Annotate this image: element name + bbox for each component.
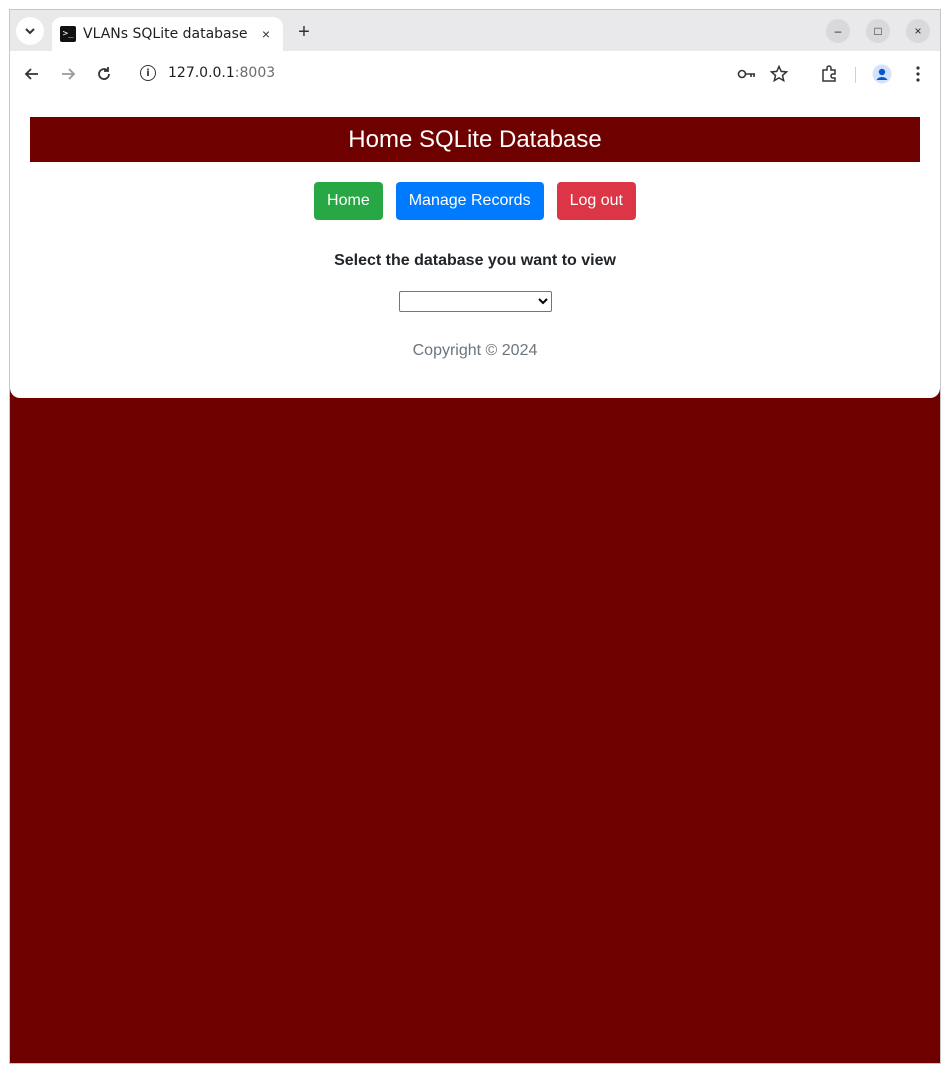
tab-title: VLANs SQLite database xyxy=(83,26,248,42)
url-port: :8003 xyxy=(234,65,276,81)
toolbar-divider xyxy=(855,67,856,83)
page-header: Home SQLite Database xyxy=(30,117,920,162)
home-button[interactable]: Home xyxy=(314,182,383,220)
address-bar[interactable]: i 127.0.0.1:8003 xyxy=(130,56,802,91)
logout-button[interactable]: Log out xyxy=(556,182,636,220)
url-text: 127.0.0.1:8003 xyxy=(168,65,275,81)
back-icon xyxy=(24,68,38,80)
bookmark-button[interactable] xyxy=(767,62,791,86)
chevron-down-icon xyxy=(25,28,35,35)
profile-button[interactable] xyxy=(870,62,894,86)
maximize-button[interactable]: □ xyxy=(866,19,890,43)
browser-window: >_ VLANs SQLite database × + – □ × i 127… xyxy=(9,9,941,1064)
tab-close-icon[interactable]: × xyxy=(257,25,275,43)
manage-records-button[interactable]: Manage Records xyxy=(395,182,544,220)
extensions-button[interactable] xyxy=(817,62,841,86)
info-icon[interactable]: i xyxy=(140,65,156,81)
new-tab-button[interactable]: + xyxy=(292,20,316,44)
menu-button[interactable] xyxy=(906,62,930,86)
browser-toolbar: i 127.0.0.1:8003 xyxy=(10,51,940,98)
tab-strip: >_ VLANs SQLite database × + – □ × xyxy=(10,10,940,51)
bookmark-star-icon xyxy=(770,65,788,83)
tab-active[interactable]: >_ VLANs SQLite database × xyxy=(52,17,283,51)
forward-icon xyxy=(62,68,76,80)
password-key-button[interactable] xyxy=(735,62,759,86)
tab-search-button[interactable] xyxy=(16,17,44,45)
menu-icon xyxy=(916,66,920,82)
password-key-icon xyxy=(737,69,755,79)
main-card: Home SQLite Database Home Manage Records… xyxy=(10,97,940,398)
url-host: 127.0.0.1 xyxy=(168,65,235,81)
page-content: Home SQLite Database Home Manage Records… xyxy=(10,97,940,1063)
terminal-icon: >_ xyxy=(60,26,76,42)
minimize-button[interactable]: – xyxy=(826,19,850,43)
extensions-icon xyxy=(822,65,836,82)
back-button[interactable] xyxy=(20,62,44,86)
profile-icon xyxy=(872,64,892,84)
nav-buttons: Home Manage Records Log out xyxy=(10,182,940,220)
page-title: Home SQLite Database xyxy=(348,125,602,153)
database-select[interactable] xyxy=(399,291,552,312)
reload-icon xyxy=(98,67,110,80)
forward-button[interactable] xyxy=(56,62,80,86)
copyright-text: Copyright © 2024 xyxy=(412,342,538,359)
close-window-button[interactable]: × xyxy=(906,19,930,43)
reload-button[interactable] xyxy=(92,62,116,86)
select-database-label: Select the database you want to view xyxy=(334,252,616,269)
